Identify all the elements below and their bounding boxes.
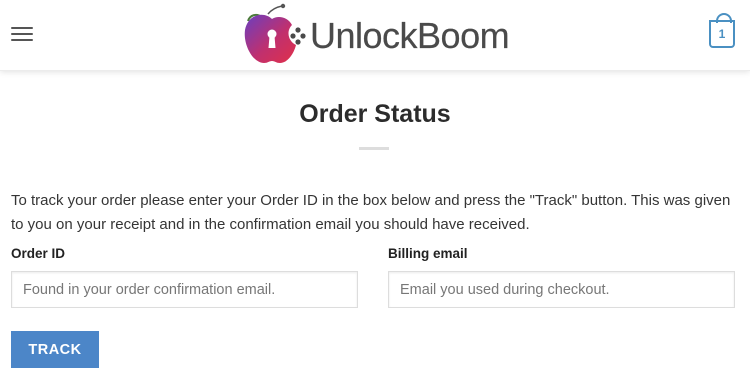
menu-bar [11,39,33,41]
logo-text: UnlockBoom [310,15,510,56]
site-logo[interactable]: UnlockBoom [242,3,510,67]
cart-count-badge: 1 [718,27,726,41]
site-header: UnlockBoom 1 [0,0,750,71]
menu-bar [11,33,33,35]
hamburger-menu-icon[interactable] [11,24,35,44]
track-button[interactable]: Track [11,331,99,368]
menu-bar [11,27,33,29]
shopping-bag-icon[interactable]: 1 [709,13,735,48]
apple-lock-logo-icon [244,3,306,63]
intro-text: To track your order please enter your Or… [11,192,731,233]
order-id-label: Order ID [11,246,66,261]
billing-email-label: Billing email [388,246,468,261]
billing-email-input[interactable] [388,271,735,308]
page-title: Order Status [299,100,451,128]
order-id-input[interactable] [11,271,358,308]
title-divider [359,147,389,150]
